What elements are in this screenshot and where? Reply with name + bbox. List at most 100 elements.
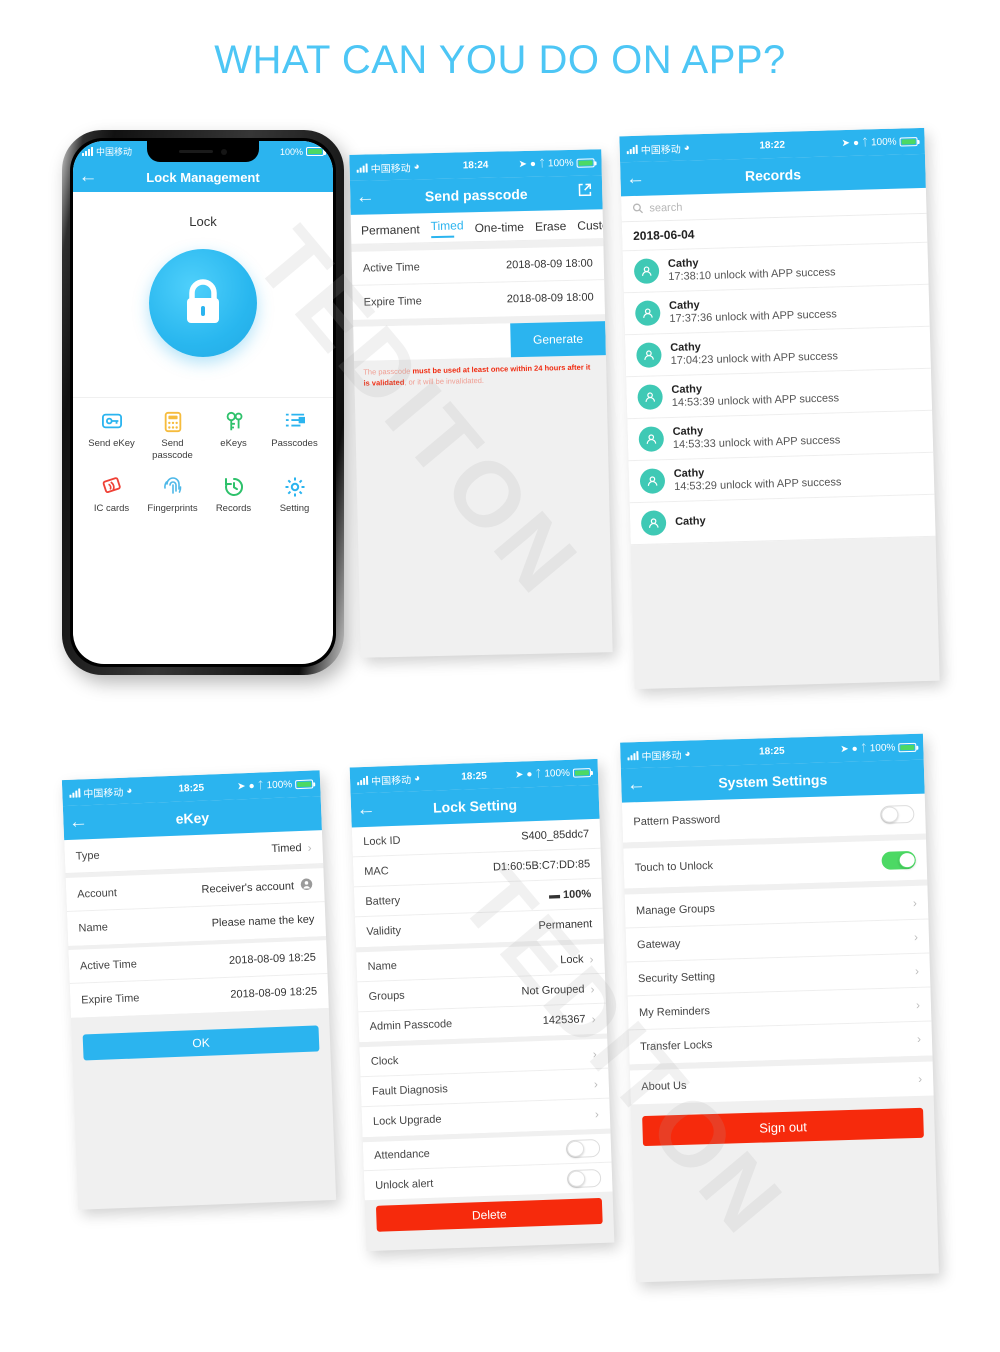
back-arrow-icon[interactable]: ← xyxy=(63,811,94,834)
action-passcodes[interactable]: Passcodes xyxy=(264,411,325,462)
action-label: Setting xyxy=(279,502,310,514)
unlock-alert-toggle[interactable] xyxy=(566,1168,602,1188)
back-arrow-icon[interactable]: ← xyxy=(620,168,651,191)
tab-custom[interactable]: Custom xyxy=(577,217,603,232)
navbar: ← Lock Management xyxy=(73,162,333,192)
account-placeholder: Receiver's account xyxy=(201,879,295,896)
bluetooth-icon: ᛏ xyxy=(861,136,869,149)
generate-button[interactable]: Generate xyxy=(510,321,606,358)
back-arrow-icon[interactable]: ← xyxy=(73,166,103,188)
record-row[interactable]: Cathy xyxy=(629,494,936,546)
page-heading: Records xyxy=(744,166,802,184)
clock-label: 18:25 xyxy=(758,745,785,757)
tab-permanent[interactable]: Permanent xyxy=(361,222,420,237)
navbar: ← Send passcode xyxy=(349,175,603,215)
tab-timed[interactable]: Timed xyxy=(431,218,464,238)
action-ic-cards[interactable]: IC cards xyxy=(81,476,142,515)
page-heading: System Settings xyxy=(718,771,828,791)
row-value: Timed xyxy=(271,841,302,855)
clock-label: 18:22 xyxy=(759,139,786,151)
page-heading: Send passcode xyxy=(424,185,528,205)
action-label: IC cards xyxy=(93,502,130,514)
battery-icon xyxy=(898,742,917,752)
row-value: D1:60:5B:C7:DD:85 xyxy=(492,857,591,874)
ok-button[interactable]: OK xyxy=(82,1025,320,1061)
row-label: Lock ID xyxy=(363,834,401,848)
alarm-icon: ● xyxy=(529,158,537,170)
chevron-right-icon: › xyxy=(917,1071,923,1086)
back-arrow-icon[interactable]: ← xyxy=(621,774,652,797)
signal-bars-icon xyxy=(82,147,93,156)
battery-value: 100% xyxy=(562,887,592,901)
action-ekeys[interactable]: eKeys xyxy=(203,411,264,462)
touch-to-unlock-toggle[interactable] xyxy=(881,850,916,870)
avatar xyxy=(637,384,663,410)
battery-level-icon: ▬ xyxy=(548,888,561,902)
send-passcode-icon xyxy=(142,411,203,433)
wifi-icon: ◕ xyxy=(684,748,691,760)
location-icon: ➤ xyxy=(514,768,524,781)
wifi-icon: ◕ xyxy=(413,160,420,172)
row-label: Name xyxy=(78,921,109,935)
chevron-right-icon: › xyxy=(914,963,920,978)
front-camera xyxy=(221,148,227,155)
row-value: Not Grouped xyxy=(521,982,585,998)
battery-icon xyxy=(306,147,326,156)
location-icon: ➤ xyxy=(236,780,246,792)
passcodes-icon xyxy=(264,411,325,433)
row-label: Admin Passcode xyxy=(369,1018,453,1033)
gear-icon xyxy=(264,476,325,498)
sign-out-button[interactable]: Sign out xyxy=(642,1107,924,1147)
row-label: Active Time xyxy=(362,260,420,275)
row-label: Expire Time xyxy=(363,295,422,309)
back-arrow-icon[interactable]: ← xyxy=(351,798,382,821)
avatar xyxy=(634,300,661,326)
row-value: 2018-08-09 18:25 xyxy=(230,985,318,1001)
action-send-ekey[interactable]: Send eKey xyxy=(81,411,142,462)
row-label: Validity xyxy=(366,924,402,938)
contact-icon[interactable] xyxy=(300,877,314,893)
tab-one-time[interactable]: One-time xyxy=(474,219,524,234)
wifi-icon: ◕ xyxy=(683,141,690,154)
back-arrow-icon[interactable]: ← xyxy=(350,186,380,209)
chevron-right-icon: › xyxy=(307,840,312,855)
pattern-password-toggle[interactable] xyxy=(880,804,915,824)
attendance-toggle[interactable] xyxy=(565,1138,601,1159)
tab-erase[interactable]: Erase xyxy=(535,219,567,234)
row-label: Battery xyxy=(365,894,401,908)
chevron-right-icon: › xyxy=(590,981,595,996)
row-label: Account xyxy=(76,886,118,901)
action-label: Send eKey xyxy=(88,438,135,449)
row-expire-time[interactable]: Expire Time 2018-08-09 18:00 xyxy=(352,280,606,320)
action-fingerprints[interactable]: Fingerprints xyxy=(142,476,203,515)
signal-bars-icon xyxy=(357,775,369,785)
signal-bars-icon xyxy=(69,787,81,798)
chevron-right-icon: › xyxy=(591,1012,596,1027)
phone-notch xyxy=(147,141,259,162)
battery-percent-label: 100% xyxy=(869,741,896,754)
battery-icon xyxy=(294,778,314,789)
row-value: 2018-08-09 18:25 xyxy=(228,950,317,967)
screen-send-passcode: 中国移动 ◕ 18:24 ➤ ● ᛏ 100% ← Send passcode … xyxy=(349,149,613,658)
chevron-right-icon: › xyxy=(916,1031,922,1046)
action-setting[interactable]: Setting xyxy=(264,476,325,515)
screen-ekey: 中国移动 ◕ 18:25 ➤ ● ᛏ 100% ← eKey Type Time… xyxy=(61,770,337,1210)
row-active-time[interactable]: Active Time 2018-08-09 18:00 xyxy=(351,246,605,286)
clock-label: 18:24 xyxy=(462,159,489,171)
row-label: Expire Time xyxy=(81,992,140,1007)
row-label: Type xyxy=(75,849,100,863)
row-label: Lock Upgrade xyxy=(372,1113,442,1128)
share-export-icon[interactable] xyxy=(577,182,592,202)
action-records[interactable]: Records xyxy=(203,476,264,515)
row-label: Transfer Locks xyxy=(639,1039,713,1054)
lock-button[interactable] xyxy=(149,249,257,357)
record-detail xyxy=(675,528,706,529)
generate-area: Generate xyxy=(353,321,606,361)
passcode-input[interactable] xyxy=(353,323,511,361)
chevron-right-icon: › xyxy=(594,1106,600,1122)
action-send-passcode[interactable]: Send passcode xyxy=(142,411,203,462)
screen-system-settings: 中国移动 ◕ 18:25 ➤ ● ᛏ 100% ← System Setting… xyxy=(620,733,939,1283)
ic-cards-icon xyxy=(81,476,142,498)
delete-button[interactable]: Delete xyxy=(375,1197,603,1232)
avatar xyxy=(636,342,662,368)
